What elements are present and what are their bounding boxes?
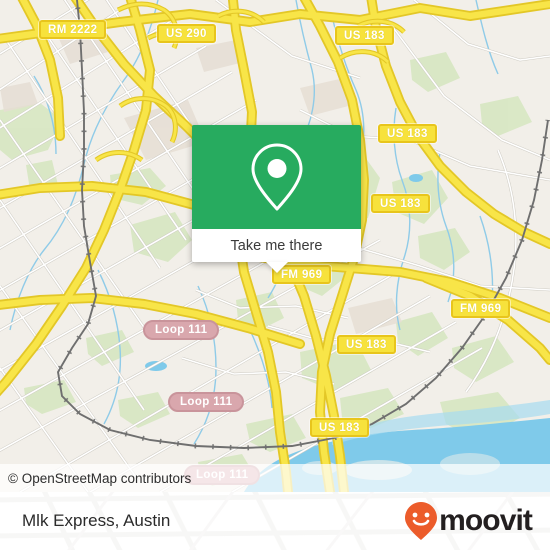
shield-us-183-c[interactable]: US 183	[371, 194, 430, 213]
moovit-logo[interactable]: moovit	[404, 501, 533, 541]
osm-attribution[interactable]: © OpenStreetMap contributors	[0, 464, 550, 492]
shield-us-183-d[interactable]: US 183	[337, 335, 396, 354]
shield-us-183-b[interactable]: US 183	[378, 124, 437, 143]
place-popup-card[interactable]: Take me there	[192, 125, 361, 273]
place-card-pointer	[265, 262, 288, 273]
place-title: Mlk Express, Austin	[22, 511, 171, 530]
shield-loop-111-a[interactable]: Loop 111	[143, 320, 220, 340]
osm-attribution-label: © OpenStreetMap contributors	[8, 470, 192, 486]
shield-us-290[interactable]: US 290	[157, 24, 216, 43]
moovit-map-screen: RM 2222 US 290 US 183 US 183 US 183 FM 9…	[0, 0, 550, 550]
place-card-header	[192, 125, 361, 229]
shield-fm-969-b[interactable]: FM 969	[451, 299, 511, 318]
moovit-wordmark: moovit	[439, 504, 533, 537]
bottom-bar: Mlk Express, Austin moovit	[0, 492, 550, 550]
take-me-there-button[interactable]: Take me there	[192, 229, 361, 262]
shield-us-183-a[interactable]: US 183	[335, 26, 394, 45]
shield-loop-111-b[interactable]: Loop 111	[168, 392, 245, 412]
take-me-there-label: Take me there	[230, 237, 323, 254]
map-canvas[interactable]: RM 2222 US 290 US 183 US 183 US 183 FM 9…	[0, 0, 550, 492]
shield-us-183-e[interactable]: US 183	[310, 418, 369, 437]
moovit-pin-icon	[405, 502, 438, 540]
map-pin-icon	[251, 143, 302, 211]
shield-rm-2222[interactable]: RM 2222	[39, 20, 107, 39]
